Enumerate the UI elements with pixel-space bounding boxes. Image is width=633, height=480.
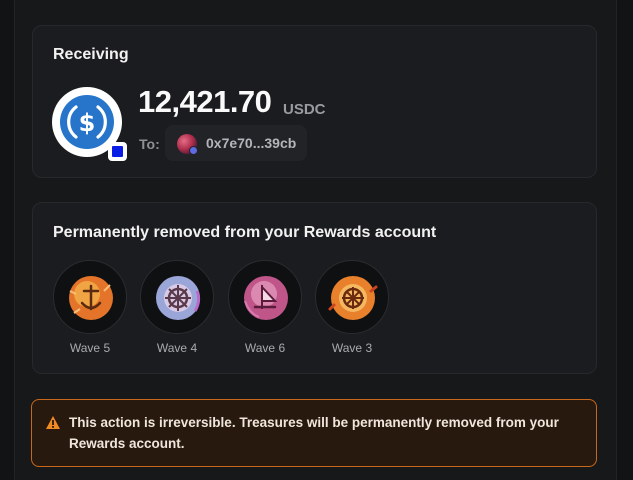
irreversible-warning: This action is irreversible. Treasures w…	[31, 399, 597, 467]
treasure-label: Wave 6	[244, 341, 286, 355]
treasure-label: Wave 5	[69, 341, 111, 355]
sail-treasure-icon	[244, 276, 288, 320]
receiving-title: Receiving	[53, 46, 129, 63]
token-logo: $	[52, 87, 127, 161]
treasure-item: Wave 4	[140, 260, 214, 355]
warning-triangle-icon	[46, 416, 60, 429]
recipient-address-pill[interactable]: 0x7e70...39cb	[165, 125, 307, 161]
to-label: To:	[139, 136, 160, 152]
receiving-card: Receiving $ 12,421.70 USDC To: 0x7e70...…	[32, 25, 597, 178]
compass-treasure-icon	[328, 276, 378, 320]
warning-text: This action is irreversible. Treasures w…	[69, 415, 559, 451]
removed-treasures-card: Permanently removed from your Rewards ac…	[32, 202, 597, 374]
recipient-address: 0x7e70...39cb	[206, 135, 297, 151]
treasure-label: Wave 3	[331, 341, 373, 355]
treasure-item: Wave 5	[53, 260, 127, 355]
receive-amount: 12,421.70	[138, 84, 272, 119]
ship-wheel-treasure-icon	[156, 276, 201, 320]
svg-text:$: $	[79, 109, 96, 137]
treasure-item: Wave 3	[315, 260, 389, 355]
chain-badge-icon	[108, 142, 127, 161]
wallet-avatar-icon	[177, 134, 198, 155]
receive-unit: USDC	[283, 101, 326, 118]
treasure-item: Wave 6	[228, 260, 302, 355]
anchor-treasure-icon	[69, 276, 113, 320]
removed-title: Permanently removed from your Rewards ac…	[53, 224, 437, 241]
treasure-label: Wave 4	[156, 341, 198, 355]
